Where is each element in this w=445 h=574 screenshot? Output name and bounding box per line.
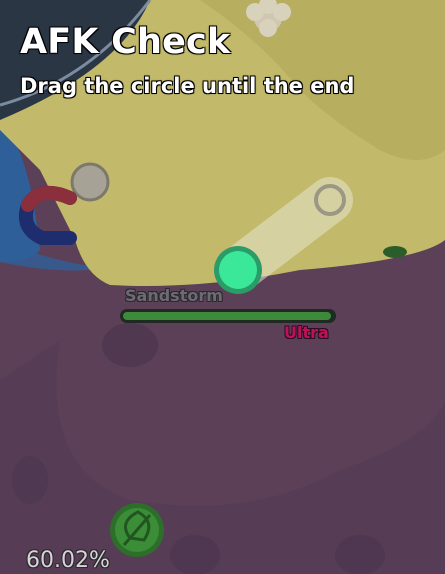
mob-health-bar [120, 309, 336, 323]
leaf-fragment [383, 246, 407, 258]
basic-petal-icon [70, 162, 110, 202]
afk-check-instruction: Drag the circle until the end [20, 74, 355, 98]
mob-name-label: Sandstorm [125, 286, 223, 305]
mob-health-fill [123, 312, 331, 320]
afk-check-title: AFK Check [20, 22, 231, 62]
mob-rarity-label: Ultra [284, 323, 329, 342]
progress-percent: 60.02% [26, 548, 110, 573]
leaf-petal-icon [110, 503, 164, 557]
slider-handle[interactable] [219, 251, 257, 289]
